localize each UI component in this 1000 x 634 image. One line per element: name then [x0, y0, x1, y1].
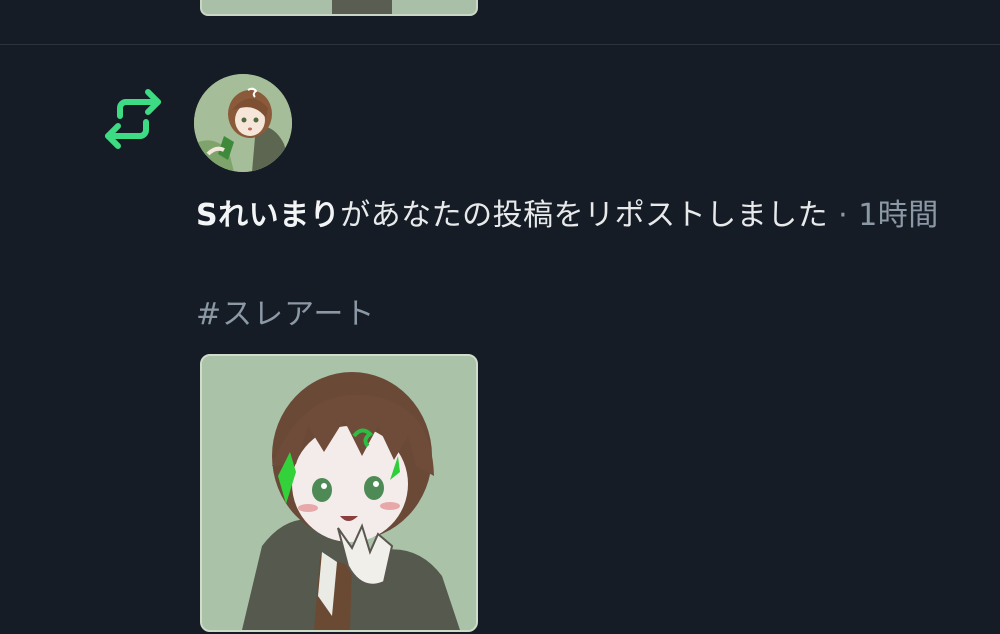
illustration-image	[202, 356, 476, 630]
repost-icon	[105, 89, 161, 149]
separator-dot: ·	[828, 198, 859, 233]
previous-post-image-detail	[332, 0, 392, 14]
previous-post-image[interactable]	[200, 0, 478, 16]
avatar-illustration	[194, 74, 292, 172]
feed-divider	[0, 44, 1000, 45]
user-name-link[interactable]: Sれいまり	[196, 198, 340, 233]
notification-text: Sれいまりがあなたの投稿をリポストしました · 1時間	[196, 193, 956, 239]
timestamp[interactable]: 1時間	[858, 198, 939, 233]
notification-action-text: があなたの投稿をリポストしました	[340, 198, 829, 233]
notification-feed: Sれいまりがあなたの投稿をリポストしました · 1時間 #スレアート	[0, 0, 1000, 634]
avatar[interactable]	[194, 74, 292, 172]
post-image[interactable]	[200, 354, 478, 632]
post-text[interactable]: #スレアート	[196, 293, 375, 337]
